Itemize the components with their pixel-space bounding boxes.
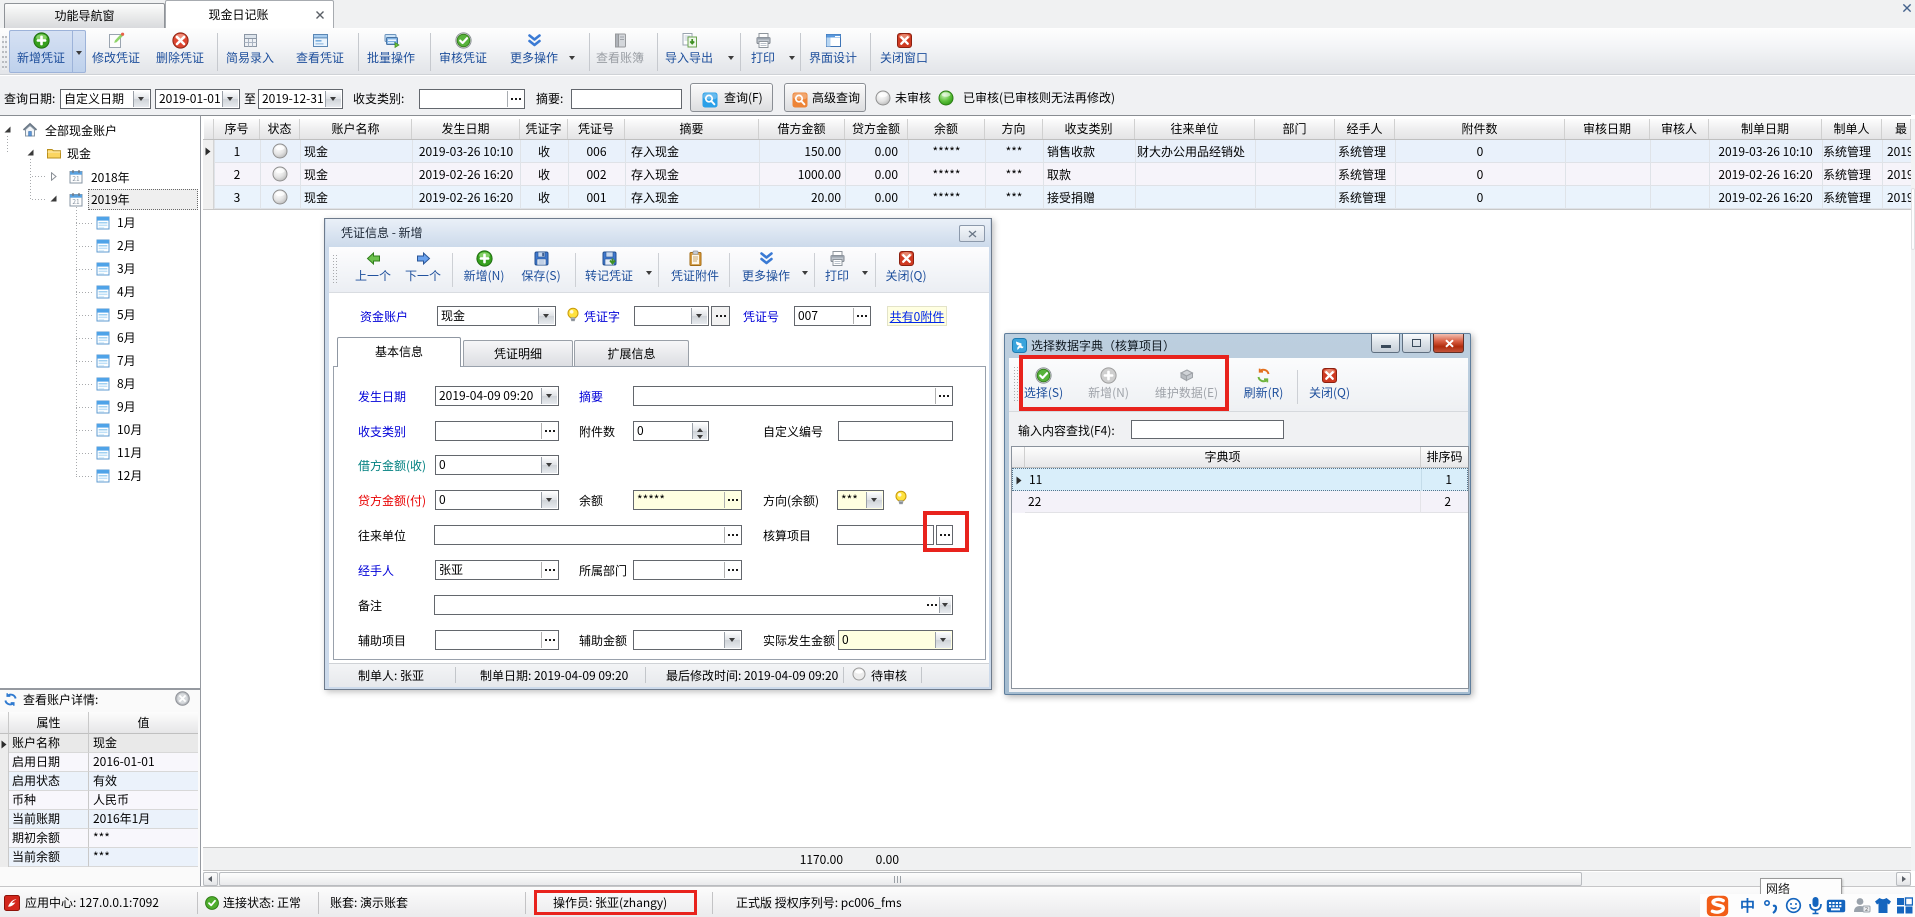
svg-text:2: 2	[1865, 905, 1868, 913]
svg-text:21: 21	[72, 196, 80, 206]
svg-text:21: 21	[72, 173, 80, 183]
